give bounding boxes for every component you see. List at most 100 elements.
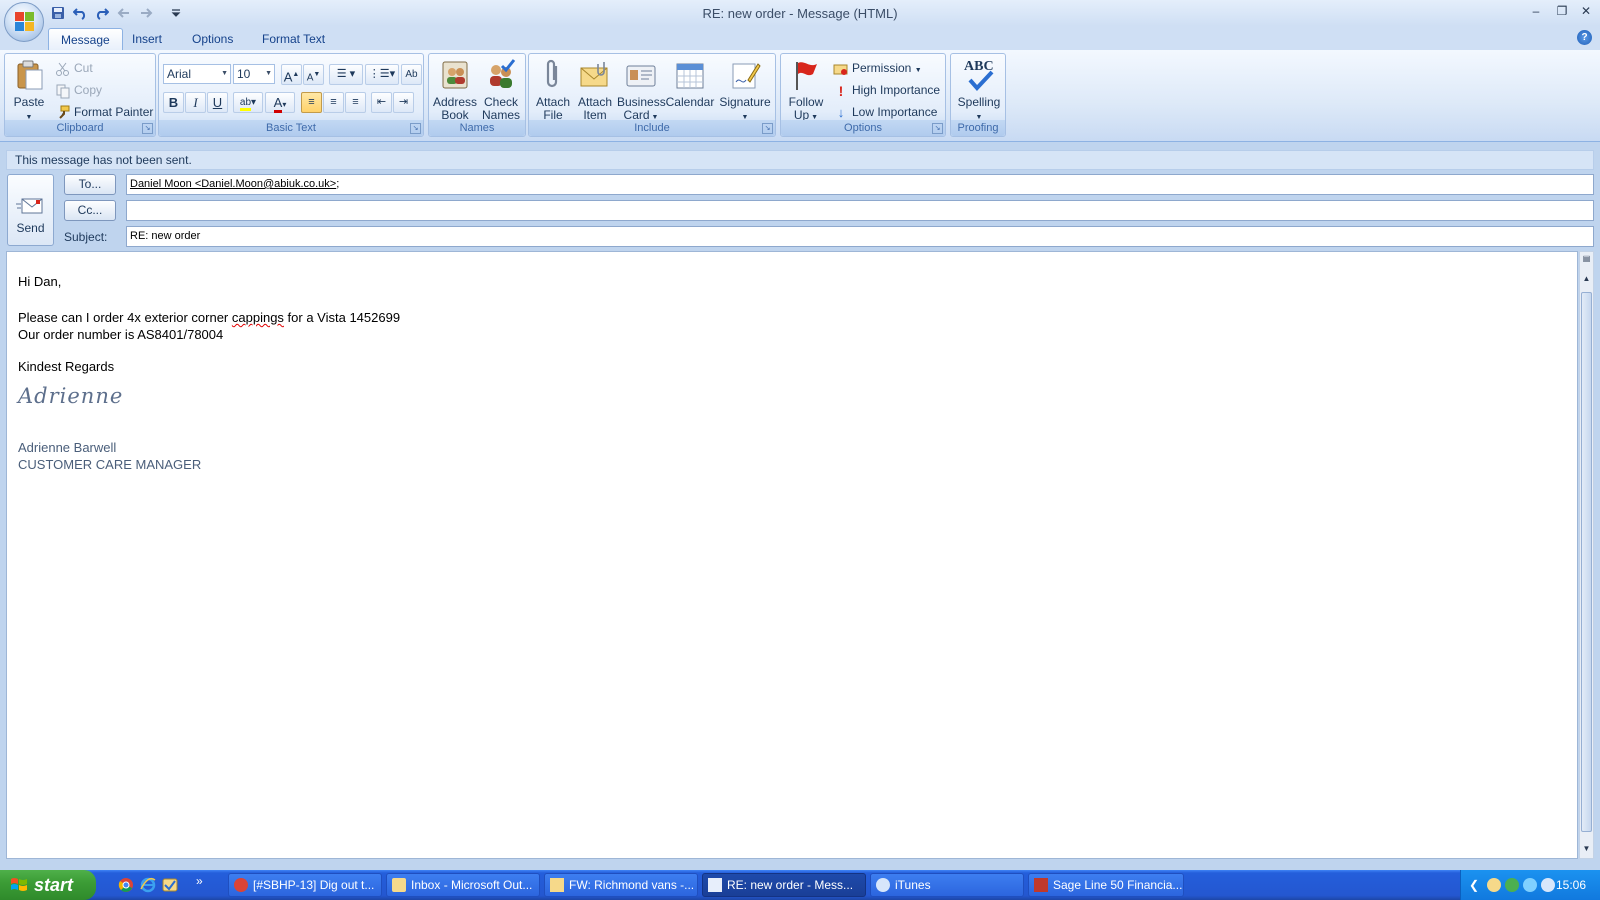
low-importance-button[interactable]: ↓ Low Importance bbox=[833, 102, 938, 122]
restore-button[interactable]: ❐ bbox=[1552, 4, 1572, 20]
taskbar-item-fw-richmond-label: FW: Richmond vans -... bbox=[569, 878, 695, 892]
tray-status-icon[interactable] bbox=[1505, 878, 1519, 892]
clock[interactable]: 15:06 bbox=[1556, 878, 1586, 892]
start-label: start bbox=[34, 875, 74, 895]
taskbar-item-itunes[interactable]: iTunes bbox=[870, 873, 1024, 897]
tray-expand-icon[interactable]: ❮ bbox=[1469, 878, 1483, 892]
minimize-button[interactable]: – bbox=[1526, 4, 1546, 20]
to-field[interactable]: Daniel Moon <Daniel.Moon@abiuk.co.uk>; bbox=[126, 174, 1594, 195]
cc-button[interactable]: Cc... bbox=[64, 200, 116, 221]
check-names-button[interactable]: Check Names bbox=[479, 56, 523, 122]
scroll-down-icon[interactable]: ▼ bbox=[1580, 844, 1593, 853]
start-button[interactable]: start bbox=[0, 870, 96, 900]
taskbar-item-inbox[interactable]: Inbox - Microsoft Out... bbox=[386, 873, 540, 897]
calendar-button[interactable]: Calendar bbox=[665, 56, 715, 109]
tab-message[interactable]: Message bbox=[48, 28, 123, 50]
font-color-button[interactable]: A▾ bbox=[265, 92, 295, 113]
taskbar-item-itunes-label: iTunes bbox=[895, 878, 931, 892]
follow-up-button[interactable]: Follow Up ▼ bbox=[785, 56, 827, 124]
taskbar-item-jira[interactable]: [#SBHP-13] Dig out t... bbox=[228, 873, 382, 897]
tray-volume-icon[interactable] bbox=[1541, 878, 1555, 892]
paintbrush-icon bbox=[55, 105, 71, 121]
quicklaunch-overflow-icon[interactable]: » bbox=[196, 874, 212, 890]
tab-insert[interactable]: Insert bbox=[120, 28, 174, 50]
itunes-task-icon bbox=[876, 878, 890, 892]
attach-item-label-line1: Attach bbox=[577, 95, 613, 109]
underline-button[interactable]: U bbox=[207, 92, 228, 113]
close-button[interactable]: ✕ bbox=[1576, 4, 1596, 20]
attach-item-button[interactable]: Attach Item bbox=[575, 56, 615, 122]
align-center-button[interactable]: ≡ bbox=[323, 92, 344, 113]
office-button[interactable] bbox=[4, 2, 44, 42]
body-order-number-line: Our order number is AS8401/78004 bbox=[18, 327, 224, 342]
cut-button[interactable]: Cut bbox=[55, 58, 93, 78]
body-misspelled-word[interactable]: cappings bbox=[232, 310, 284, 325]
align-right-button[interactable]: ≡ bbox=[345, 92, 366, 113]
chrome-icon[interactable] bbox=[118, 877, 134, 893]
taskbar-item-sage[interactable]: Sage Line 50 Financia... bbox=[1028, 873, 1184, 897]
subject-field[interactable]: RE: new order bbox=[126, 226, 1594, 247]
attach-file-button[interactable]: Attach File bbox=[533, 56, 573, 122]
font-size-select[interactable]: 10 ▼ bbox=[233, 64, 275, 84]
ruler-toggle-icon[interactable]: ▤ bbox=[1580, 254, 1593, 263]
scroll-up-icon[interactable]: ▲ bbox=[1580, 274, 1593, 283]
message-body-editor[interactable]: Hi Dan, Please can I order 4x exterior c… bbox=[6, 251, 1578, 859]
format-painter-label: Format Painter bbox=[74, 105, 154, 119]
address-book-button[interactable]: Address Book bbox=[433, 56, 477, 122]
options-launcher-icon[interactable]: ↘ bbox=[932, 123, 943, 134]
high-importance-button[interactable]: ! High Importance bbox=[833, 80, 940, 100]
include-launcher-icon[interactable]: ↘ bbox=[762, 123, 773, 134]
shrink-font-button[interactable]: A▼ bbox=[303, 64, 324, 85]
help-icon[interactable]: ? bbox=[1577, 30, 1592, 45]
signature-button[interactable]: Signature ▼ bbox=[717, 56, 773, 124]
vertical-scrollbar[interactable]: ▤ ▲ ▼ bbox=[1579, 251, 1594, 859]
italic-button[interactable]: I bbox=[185, 92, 206, 113]
tab-format-text[interactable]: Format Text bbox=[250, 28, 337, 50]
bullets-button[interactable]: ☰ ▾ bbox=[329, 64, 363, 85]
taskbar-item-fw-richmond[interactable]: FW: Richmond vans -... bbox=[544, 873, 698, 897]
permission-envelope-icon bbox=[833, 61, 849, 77]
clear-formatting-icon[interactable]: Ab bbox=[401, 64, 422, 85]
taskbar-item-re-new-order[interactable]: RE: new order - Mess... bbox=[702, 873, 866, 897]
scrollbar-thumb[interactable] bbox=[1581, 292, 1592, 832]
increase-indent-button[interactable]: ⇥ bbox=[393, 92, 414, 113]
ribbon-tabs: Message Insert Options Format Text ? bbox=[0, 26, 1600, 50]
bold-button[interactable]: B bbox=[163, 92, 184, 113]
tray-network-icon[interactable] bbox=[1523, 878, 1537, 892]
paste-button[interactable]: Paste ▼ bbox=[9, 56, 49, 124]
tab-options[interactable]: Options bbox=[180, 28, 245, 50]
taskbar: start » [#SBHP-13] Dig out t... Inbox - … bbox=[0, 870, 1600, 900]
options-group-label: Options bbox=[781, 120, 945, 136]
window-title: RE: new order - Message (HTML) bbox=[702, 6, 898, 21]
permission-button[interactable]: Permission ▼ bbox=[833, 58, 922, 78]
basic-text-launcher-icon[interactable]: ↘ bbox=[410, 123, 421, 134]
to-button[interactable]: To... bbox=[64, 174, 116, 195]
info-bar: This message has not been sent. bbox=[6, 150, 1594, 170]
font-name-select[interactable]: Arial ▼ bbox=[163, 64, 231, 84]
paste-label: Paste bbox=[13, 95, 45, 109]
calendar-label: Calendar bbox=[665, 95, 715, 109]
align-left-button[interactable]: ≡ bbox=[301, 92, 322, 113]
decrease-indent-button[interactable]: ⇤ bbox=[371, 92, 392, 113]
format-painter-button[interactable]: Format Painter bbox=[55, 102, 153, 122]
cc-field[interactable] bbox=[126, 200, 1594, 221]
internet-explorer-icon[interactable] bbox=[140, 877, 156, 893]
tray-outlook-icon[interactable] bbox=[1487, 878, 1501, 892]
to-recipient[interactable]: Daniel Moon <Daniel.Moon@abiuk.co.uk> bbox=[130, 178, 336, 190]
paste-icon bbox=[17, 60, 43, 90]
grow-font-button[interactable]: A▲ bbox=[281, 64, 302, 85]
business-card-button[interactable]: Business Card ▼ bbox=[617, 56, 666, 124]
numbering-button[interactable]: ⋮☰▾ bbox=[365, 64, 399, 85]
copy-button[interactable]: Copy bbox=[55, 80, 102, 100]
send-button[interactable]: Send bbox=[7, 174, 54, 246]
spelling-button[interactable]: ABC Spelling ▼ bbox=[955, 56, 1003, 124]
body-closing: Kindest Regards bbox=[18, 359, 115, 374]
copy-icon bbox=[55, 83, 71, 99]
highlight-button[interactable]: ab▾ bbox=[233, 92, 263, 113]
clipboard-launcher-icon[interactable]: ↘ bbox=[142, 123, 153, 134]
options-group: Follow Up ▼ Permission ▼ ! High Importanc… bbox=[780, 53, 946, 137]
cut-label: Cut bbox=[74, 61, 93, 75]
clipboard-group-label: Clipboard bbox=[5, 120, 155, 136]
ribbon: Paste ▼ Cut Copy Format Painter Clipboard… bbox=[0, 50, 1600, 142]
outlook-quicklaunch-icon[interactable] bbox=[162, 877, 178, 893]
